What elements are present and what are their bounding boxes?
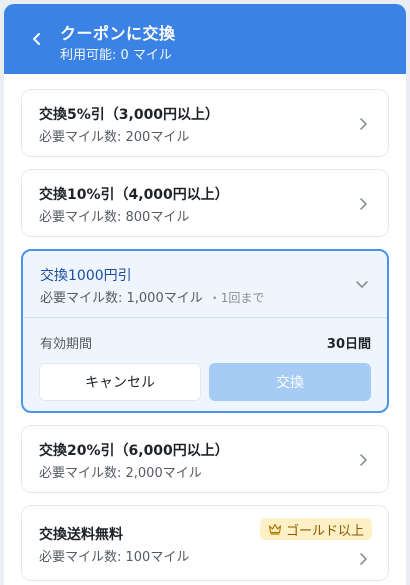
exchange-button[interactable]: 交換	[209, 363, 371, 401]
divider	[23, 317, 387, 318]
coupon-card[interactable]: 交換20%引（6,000円以上） 必要マイル数: 2,000マイル	[21, 425, 389, 493]
page-title: クーポンに交換	[60, 24, 176, 43]
coupon-title: 交換1000円引	[40, 268, 132, 284]
badge-label: ゴールド以上	[285, 523, 364, 539]
coupon-required-miles: 必要マイル数: 800マイル	[39, 210, 190, 225]
coupon-required-miles: 必要マイル数: 100マイル	[39, 550, 190, 565]
validity-value: 30日間	[326, 337, 371, 352]
gold-tier-badge: ゴールド以上	[259, 518, 372, 540]
chevron-right-icon	[360, 454, 367, 466]
coupon-card[interactable]: 交換送料無料 必要マイル数: 100マイル ゴールド以上	[21, 505, 389, 581]
chevron-right-icon	[360, 198, 367, 210]
coupon-card-expanded: 交換1000円引 必要マイル数: 1,000マイル ・1回まで 有効期間 30日間…	[21, 249, 389, 413]
usage-limit: ・1回まで	[208, 291, 265, 305]
coupon-title: 交換送料無料	[39, 527, 123, 543]
chevron-down-icon[interactable]	[355, 277, 369, 291]
coupon-required-miles-row: 必要マイル数: 1,000マイル ・1回まで	[40, 287, 264, 306]
coupon-card[interactable]: 交換10%引（4,000円以上） 必要マイル数: 800マイル	[21, 169, 389, 237]
header: クーポンに交換 利用可能: 0 マイル	[4, 4, 406, 74]
validity-label: 有効期間	[40, 337, 93, 352]
coupon-title: 交換20%引（6,000円以上）	[39, 443, 229, 459]
chevron-left-icon	[33, 33, 40, 45]
coupon-title: 交換5%引（3,000円以上）	[39, 107, 220, 123]
coupon-card[interactable]: 交換5%引（3,000円以上） 必要マイル数: 200マイル	[21, 89, 389, 157]
coupon-required-miles: 必要マイル数: 200マイル	[39, 130, 190, 145]
available-miles: 利用可能: 0 マイル	[60, 48, 172, 63]
cancel-button[interactable]: キャンセル	[39, 363, 201, 401]
back-button[interactable]	[24, 26, 50, 52]
chevron-right-icon	[360, 118, 367, 130]
coupon-required-miles: 必要マイル数: 1,000マイル	[40, 291, 203, 306]
chevron-right-icon	[360, 553, 367, 565]
coupon-title: 交換10%引（4,000円以上）	[39, 187, 229, 203]
crown-icon	[268, 523, 282, 535]
coupon-exchange-screen: クーポンに交換 利用可能: 0 マイル 交換5%引（3,000円以上） 必要マイ…	[4, 4, 406, 585]
coupon-required-miles: 必要マイル数: 2,000マイル	[39, 466, 202, 481]
